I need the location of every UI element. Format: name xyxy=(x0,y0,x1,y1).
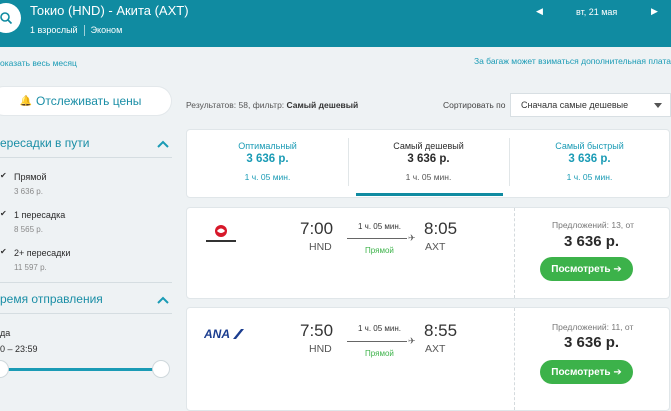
stops-option-price: 8 565 р. xyxy=(14,225,43,234)
sort-value: Сначала самые дешевые xyxy=(521,100,629,110)
search-icon xyxy=(0,12,13,25)
card-divider xyxy=(514,208,515,298)
route-line xyxy=(347,341,407,342)
departure-airport: HND xyxy=(309,343,332,355)
flight-duration: 1 ч. 05 мин. xyxy=(358,324,402,333)
stops-option-price: 11 597 р. xyxy=(14,263,47,272)
flight-price: 3 636 р. xyxy=(564,233,620,250)
offers-count: Предложений: 13, от xyxy=(552,220,634,230)
flight-card[interactable]: ANA 7:50 HND 1 ч. 05 мин. ✈ Прямой 8:55 … xyxy=(186,307,670,411)
prev-date-arrow-icon[interactable]: ◀ xyxy=(536,6,543,17)
tab-duration: 1 ч. 05 мин. xyxy=(566,172,613,182)
track-prices-button[interactable]: 🔔 Отслеживать цены xyxy=(0,87,171,115)
svg-text:ANA: ANA xyxy=(204,327,230,341)
jal-logo-icon xyxy=(206,225,236,242)
departure-airport: HND xyxy=(309,241,332,253)
stops-option-label[interactable]: 1 пересадка xyxy=(14,210,65,220)
departure-time-range: 0 – 23:59 xyxy=(0,344,38,354)
stops-option-price: 3 636 р. xyxy=(14,187,43,196)
sort-label: Сортировать по xyxy=(443,100,506,110)
offers-count: Предложений: 11, от xyxy=(552,322,634,332)
arrival-airport: AXT xyxy=(425,343,446,355)
tab-price: 3 636 р. xyxy=(568,153,611,165)
stops-label: Прямой xyxy=(365,246,394,255)
tab-fastest[interactable]: Самый быстрый 3 636 р. 1 ч. 05 мин. xyxy=(509,130,670,199)
flight-price: 3 636 р. xyxy=(564,334,620,351)
results-count: Результатов: 58, фильтр: xyxy=(186,100,287,110)
search-button[interactable] xyxy=(0,3,21,33)
departure-filter-title[interactable]: ремя отправления xyxy=(0,292,103,306)
stops-option-label[interactable]: Прямой xyxy=(14,172,46,182)
ana-logo-icon: ANA xyxy=(204,327,244,341)
search-summary[interactable]: 1 взрослый Эконом xyxy=(30,25,122,36)
slider-handle-start[interactable] xyxy=(0,360,9,378)
view-deal-button[interactable]: Посмотреть ➔ xyxy=(540,257,633,281)
tab-duration: 1 ч. 05 мин. xyxy=(244,172,291,182)
stops-label: Прямой xyxy=(365,349,394,358)
results-summary: Результатов: 58, фильтр: Самый дешевый xyxy=(186,100,358,110)
arrival-airport: AXT xyxy=(425,241,446,253)
active-tab-indicator xyxy=(356,193,503,196)
departure-time: 7:50 xyxy=(300,321,334,340)
flight-duration: 1 ч. 05 мин. xyxy=(358,222,402,231)
departure-time: 7:00 xyxy=(300,219,334,238)
track-prices-label: Отслеживать цены xyxy=(36,94,142,108)
tab-cheapest[interactable]: Самый дешевый 3 636 р. 1 ч. 05 мин. xyxy=(348,130,509,199)
divider xyxy=(0,157,172,158)
route-title[interactable]: Токио (HND) - Акита (AXT) xyxy=(30,3,189,18)
chevron-up-icon[interactable] xyxy=(157,295,169,307)
sort-tabs: Оптимальный 3 636 р. 1 ч. 05 мин. Самый … xyxy=(186,129,670,198)
cabin-label: Эконом xyxy=(90,25,123,35)
tab-price: 3 636 р. xyxy=(246,153,289,165)
tab-duration: 1 ч. 05 мин. xyxy=(405,172,452,182)
card-divider xyxy=(514,308,515,410)
baggage-fee-link[interactable]: За багаж может взиматься дополнительная … xyxy=(474,56,671,66)
checkbox-two-plus-stops[interactable]: ✔ xyxy=(0,247,7,256)
chevron-up-icon[interactable] xyxy=(157,139,169,151)
departure-day-label: да xyxy=(0,328,11,338)
flight-card[interactable]: 7:00 HND 1 ч. 05 мин. ✈ Прямой 8:05 AXT … xyxy=(186,207,670,299)
plane-icon: ✈ xyxy=(408,233,416,243)
tab-optimal[interactable]: Оптимальный 3 636 р. 1 ч. 05 мин. xyxy=(187,130,348,199)
plane-icon: ✈ xyxy=(408,336,416,346)
sort-select[interactable]: Сначала самые дешевые xyxy=(510,93,671,117)
chevron-down-icon xyxy=(654,103,662,108)
show-month-link[interactable]: оказать весь месяц xyxy=(0,58,77,68)
tab-title: Оптимальный xyxy=(238,141,297,151)
arrival-time: 8:55 xyxy=(424,321,458,340)
departure-slider-track[interactable] xyxy=(0,368,162,371)
divider xyxy=(0,282,172,283)
route-line xyxy=(347,238,407,239)
stops-filter-title[interactable]: ересадки в пути xyxy=(0,136,89,150)
next-date-arrow-icon[interactable]: ▶ xyxy=(651,6,658,17)
checkbox-direct[interactable]: ✔ xyxy=(0,171,7,180)
passengers-label: 1 взрослый xyxy=(30,25,78,35)
bell-icon: 🔔 xyxy=(19,95,33,107)
travel-date[interactable]: вт, 21 мая xyxy=(576,7,617,17)
tab-title: Самый дешевый xyxy=(393,141,464,151)
search-header: Токио (HND) - Акита (AXT) 1 взрослый Эко… xyxy=(0,0,671,47)
view-deal-button[interactable]: Посмотреть ➔ xyxy=(540,360,633,384)
checkbox-one-stop[interactable]: ✔ xyxy=(0,209,7,218)
slider-handle-end[interactable] xyxy=(152,360,170,378)
summary-divider xyxy=(83,25,85,36)
tab-title: Самый быстрый xyxy=(555,141,624,151)
tab-price: 3 636 р. xyxy=(407,153,450,165)
results-filter: Самый дешевый xyxy=(286,100,359,110)
divider xyxy=(0,313,172,314)
arrival-time: 8:05 xyxy=(424,219,458,238)
stops-option-label[interactable]: 2+ пересадки xyxy=(14,248,70,258)
